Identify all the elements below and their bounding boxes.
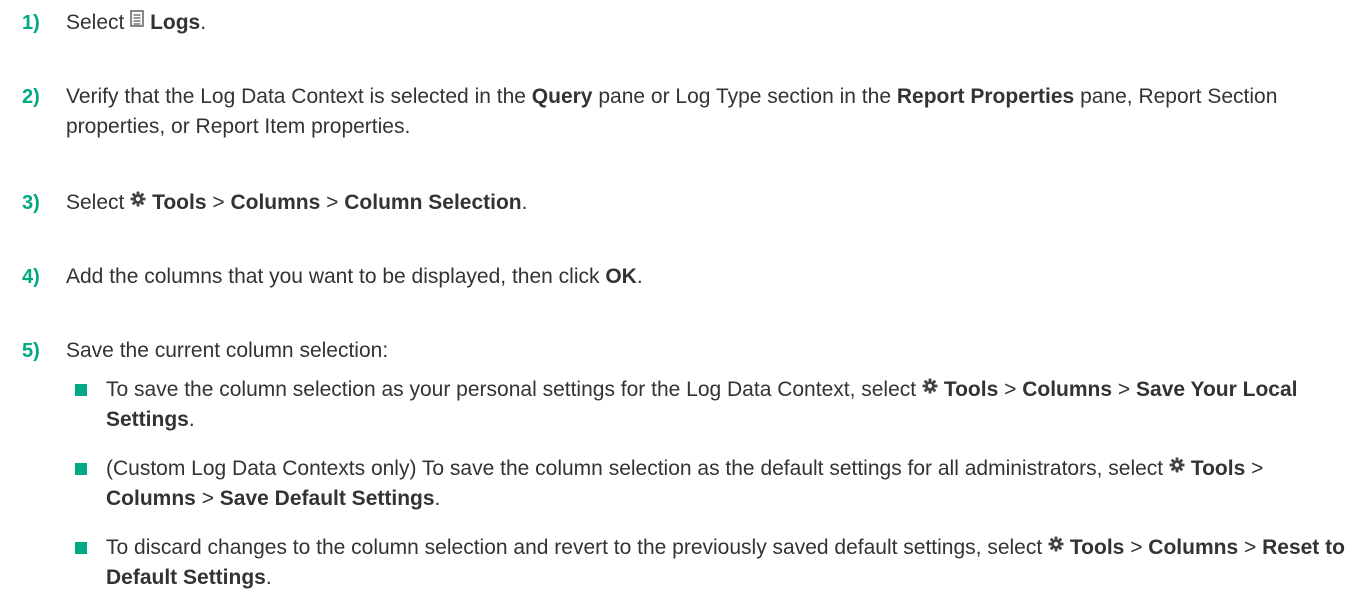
ui-term-columns: Columns [230,191,321,214]
ui-term-tools: Tools [1069,536,1125,559]
ui-term-columns: Columns [1148,536,1239,559]
ui-term-tools: Tools [943,378,999,401]
ui-term-columns: Columns [1022,378,1113,401]
ui-term-columns: Columns [106,487,196,511]
bullet-marker [75,542,87,554]
ui-term-tools: Tools [152,191,207,214]
ui-term-save-default: Save Default Settings [219,487,435,511]
list-item-text: To save the column selection as your per… [106,375,1351,435]
ui-term-tools: Tools [1190,457,1246,480]
step-number: 5) [22,340,40,362]
document-lines-icon [130,6,144,36]
gear-icon [1048,531,1064,561]
step-number: 4) [22,266,40,288]
step-number: 3) [22,192,40,214]
step-number: 2) [22,86,40,108]
step-text: Add the columns that you want to be disp… [66,265,643,288]
step-text: Select Tools > Columns > Column Selectio… [66,188,1346,218]
ui-term-column-selection: Column Selection [344,191,522,214]
list-item-text: To discard changes to the column selecti… [106,533,1351,593]
ui-term-query: Query [531,85,593,108]
ui-term-logs: Logs [150,11,201,34]
step-text: Verify that the Log Data Context is sele… [66,85,1278,138]
step-text: Select Logs. [66,8,1346,38]
step-number: 1) [22,12,40,34]
gear-icon [922,373,938,403]
gear-icon [1169,452,1185,482]
ui-term-ok: OK [605,265,637,288]
ui-term-report-properties: Report Properties [896,85,1075,108]
bullet-marker [75,463,87,475]
step-text: Save the current column selection: [66,339,389,362]
list-item-text: (Custom Log Data Contexts only) To save … [106,454,1351,514]
gear-icon [130,186,146,216]
bullet-marker [75,384,87,396]
